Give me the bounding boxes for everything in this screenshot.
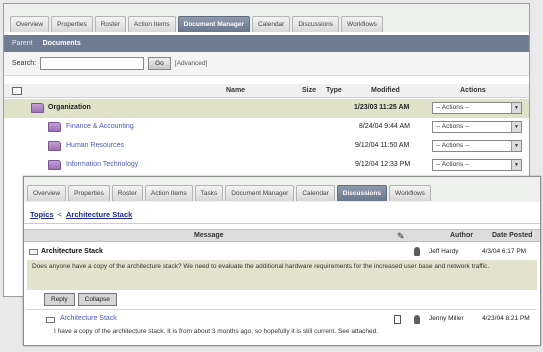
col-modified[interactable]: Modified: [371, 87, 400, 94]
tab-properties[interactable]: Properties: [51, 16, 93, 32]
doc-tabstrip: Overview Properties Roster Action Items …: [4, 4, 529, 32]
search-bar: Search: Go [Advanced]: [4, 52, 529, 76]
tab-calendar[interactable]: Calendar: [251, 16, 291, 32]
actions-dropdown-value: -- Actions --: [436, 123, 470, 130]
document-grid-header: Name Size Type Modified Actions: [4, 84, 529, 98]
tab-overview[interactable]: Overview: [10, 16, 50, 32]
table-row[interactable]: Organization 1/23/03 11:25 AM -- Actions…: [4, 99, 529, 118]
actions-dropdown-value: -- Actions --: [436, 161, 470, 168]
col-name[interactable]: Name: [226, 87, 245, 94]
search-label: Search:: [12, 60, 37, 67]
reply-message-body: I have a copy of the architecture stack.…: [54, 328, 379, 335]
reply-date: 4/23/04 8:21 PM: [482, 315, 530, 322]
advanced-search-link[interactable]: [Advanced]: [175, 60, 208, 67]
reply-arrow-icon: [46, 317, 55, 323]
actions-dropdown[interactable]: -- Actions -- ▼: [432, 102, 522, 114]
reply-row[interactable]: Architecture Stack Jenny Miller 4/23/04 …: [24, 312, 540, 326]
col-message[interactable]: Message: [194, 232, 224, 239]
row-name[interactable]: Finance & Accounting: [66, 123, 134, 130]
actions-dropdown-value: -- Actions --: [436, 104, 470, 111]
tab-calendar[interactable]: Calendar: [296, 185, 335, 201]
tab-discussions[interactable]: Discussions: [292, 16, 340, 32]
col-actions: Actions: [460, 87, 486, 94]
breadcrumb-topics-link[interactable]: Topics: [30, 210, 54, 219]
tab-roster[interactable]: Roster: [111, 185, 143, 201]
folder-subnav: Parent Documents: [4, 35, 529, 52]
reply-button[interactable]: Reply: [44, 293, 75, 306]
table-row[interactable]: Finance & Accounting 8/24/04 9:44 AM -- …: [4, 118, 529, 137]
tab-workflows[interactable]: Workflows: [341, 16, 383, 32]
reply-title[interactable]: Architecture Stack: [60, 315, 117, 322]
actions-dropdown[interactable]: -- Actions -- ▼: [432, 159, 522, 171]
folder-icon: [48, 141, 61, 151]
person-icon: [414, 247, 420, 256]
tab-roster[interactable]: Roster: [94, 16, 126, 32]
tab-tasks[interactable]: Tasks: [194, 185, 224, 201]
search-input[interactable]: [40, 57, 145, 70]
tab-overview[interactable]: Overview: [27, 185, 67, 201]
actions-dropdown[interactable]: -- Actions -- ▼: [432, 121, 522, 133]
col-size[interactable]: Size: [302, 87, 316, 94]
collapse-button[interactable]: Collapse: [77, 293, 117, 306]
row-modified: 9/12/04 11:50 AM: [355, 142, 410, 149]
parent-link[interactable]: Parent: [12, 40, 33, 47]
go-button[interactable]: Go: [148, 57, 171, 70]
envelope-icon: [29, 249, 38, 255]
table-row[interactable]: Information Technology 9/12/04 12:33 PM …: [4, 156, 529, 175]
tab-properties[interactable]: Properties: [68, 185, 110, 201]
breadcrumb: Topics < Architecture Stack: [24, 204, 540, 224]
chevron-down-icon: ▼: [511, 103, 521, 113]
paperclip-icon: ✎: [397, 231, 405, 241]
breadcrumb-separator: <: [57, 210, 63, 219]
col-author[interactable]: Author: [450, 232, 473, 239]
row-name[interactable]: Human Resources: [66, 142, 124, 149]
breadcrumb-current[interactable]: Architecture Stack: [66, 210, 132, 219]
current-folder: Documents: [42, 40, 81, 47]
discussion-grid-header: Message ✎ Author Date Posted: [24, 229, 540, 242]
row-modified: 1/23/03 11:25 AM: [354, 104, 410, 111]
actions-dropdown[interactable]: -- Actions -- ▼: [432, 140, 522, 152]
tab-discussions[interactable]: Discussions: [336, 185, 388, 201]
col-type[interactable]: Type: [326, 87, 342, 94]
thread-title[interactable]: Architecture Stack: [41, 248, 103, 255]
row-name[interactable]: Organization: [48, 104, 91, 111]
tab-action-items[interactable]: Action Items: [127, 16, 176, 32]
thread-author: Jeff Hardy: [429, 248, 459, 255]
tab-workflows[interactable]: Workflows: [389, 185, 431, 201]
table-row[interactable]: Human Resources 9/12/04 11:50 AM -- Acti…: [4, 137, 529, 156]
folder-icon: [48, 122, 61, 132]
thread-actions: Reply Collapse: [44, 293, 117, 306]
tab-document-manager[interactable]: Document Manager: [177, 16, 250, 32]
tab-action-items[interactable]: Action Items: [144, 185, 193, 201]
row-modified: 8/24/04 9:44 AM: [359, 123, 410, 130]
disc-tabstrip: Overview Properties Roster Action Items …: [24, 177, 540, 202]
thread-row[interactable]: Architecture Stack Jeff Hardy 4/3/04 6:1…: [24, 244, 540, 260]
thread-date: 4/3/04 6:17 PM: [482, 248, 527, 255]
tab-document-manager[interactable]: Document Manager: [225, 185, 295, 201]
folder-icon: [31, 103, 44, 113]
row-modified: 9/12/04 12:33 PM: [355, 161, 411, 168]
row-name[interactable]: Information Technology: [66, 161, 138, 168]
chevron-down-icon: ▼: [511, 122, 521, 132]
thread-message-body: Does anyone have a copy of the architect…: [27, 260, 537, 290]
divider: [27, 309, 537, 310]
chevron-down-icon: ▼: [511, 160, 521, 170]
col-date-posted[interactable]: Date Posted: [492, 232, 532, 239]
grid-view-icon[interactable]: [12, 87, 22, 95]
chevron-down-icon: ▼: [511, 141, 521, 151]
attachment-document-icon[interactable]: [394, 315, 401, 324]
discussions-window: Overview Properties Roster Action Items …: [23, 176, 541, 346]
actions-dropdown-value: -- Actions --: [436, 142, 470, 149]
person-icon: [414, 315, 420, 324]
reply-author: Jenny Miller: [429, 315, 464, 322]
folder-icon: [48, 160, 61, 170]
